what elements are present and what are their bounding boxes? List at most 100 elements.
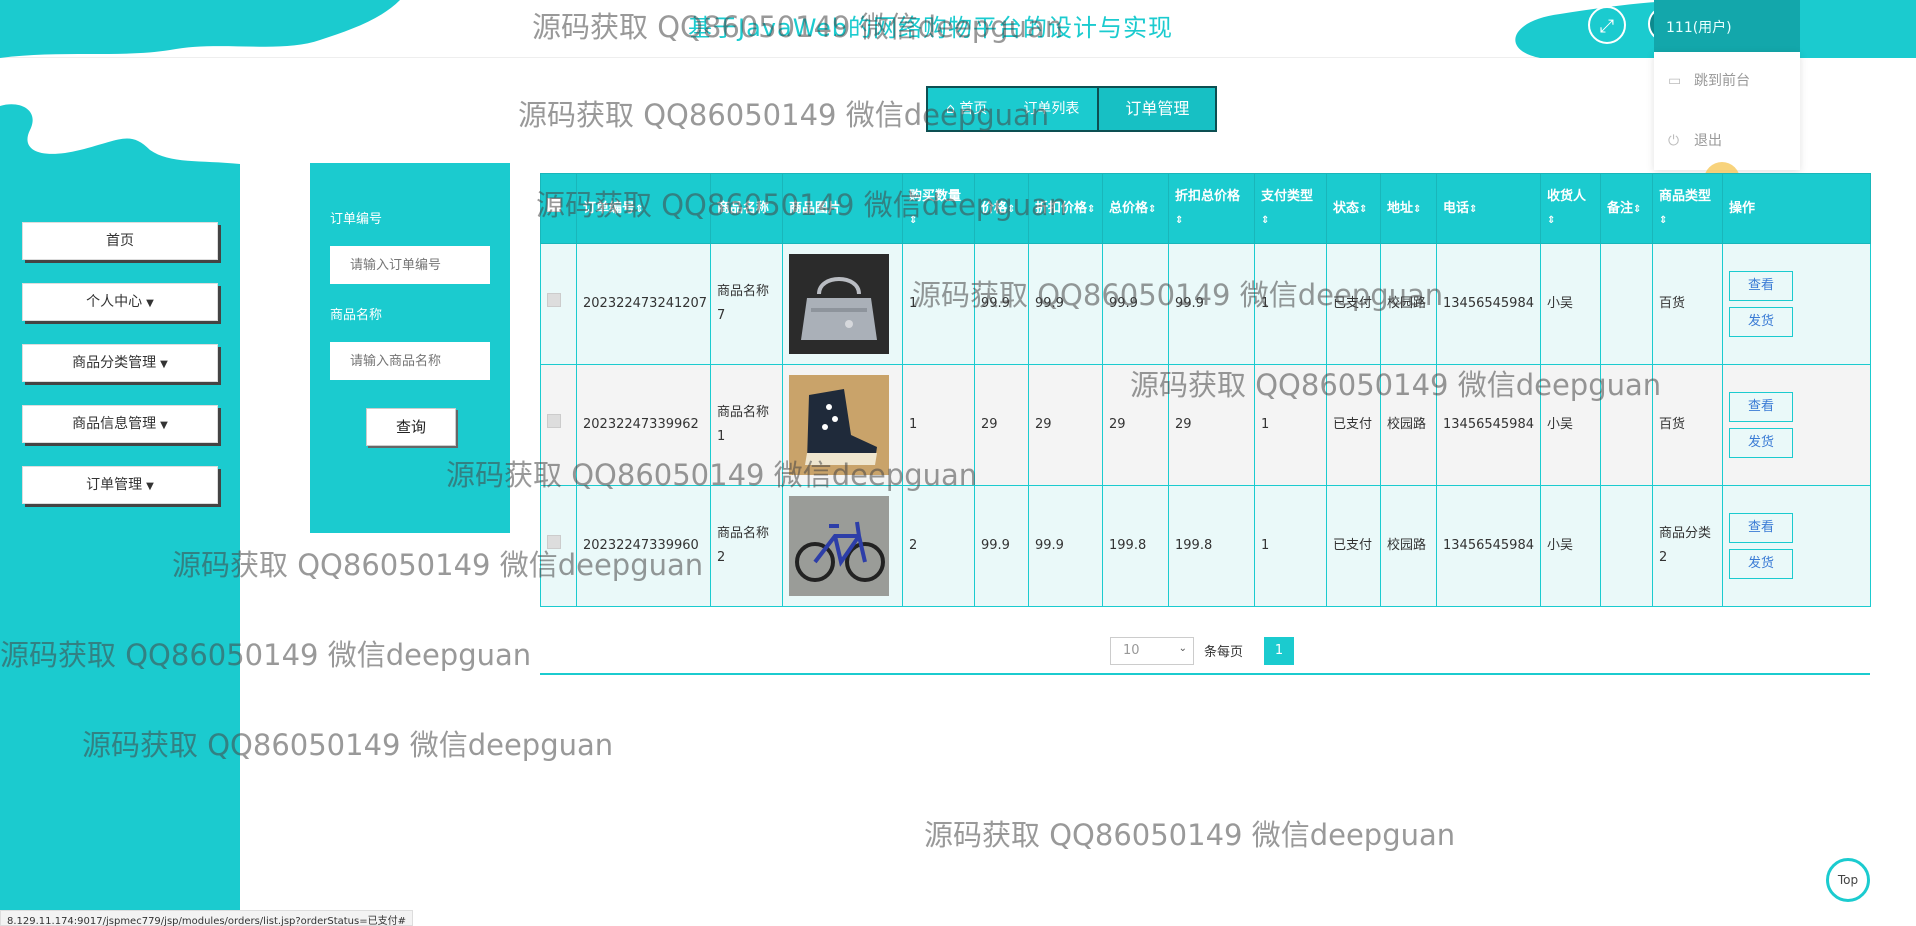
top-header: 基于JavaWeb的网络购物平台的设计与实现: [0, 0, 1916, 58]
sort-icon: ⇕: [1547, 215, 1556, 226]
sort-icon: ⇕: [1469, 203, 1478, 215]
ship-button[interactable]: 发货: [1729, 428, 1793, 458]
cell-total: 29: [1102, 364, 1169, 486]
power-icon: ⏻: [1668, 133, 1680, 149]
header-cell[interactable]: 备注⇕: [1600, 173, 1653, 244]
cell-price: 29: [974, 364, 1029, 486]
sidebar-item-order-manage[interactable]: 订单管理 ▼: [22, 466, 218, 504]
header-cell[interactable]: 状态⇕: [1326, 173, 1381, 244]
cell-receiver: 小吴: [1540, 364, 1601, 486]
handbag-image: [789, 254, 889, 354]
breadcrumb-order-manage[interactable]: 订单管理: [1097, 88, 1216, 130]
cell-order-no: 20232247339960: [576, 485, 711, 607]
cell-order-no: 202322473241207: [576, 243, 711, 365]
header-cell: 商品图片: [782, 173, 903, 244]
breadcrumb: ⌂ 首页 订单列表 订单管理: [926, 86, 1218, 132]
cell-discount-price: 99.9: [1028, 485, 1103, 607]
cell-receiver: 小吴: [1540, 485, 1601, 607]
breadcrumb-order-list[interactable]: 订单列表: [1005, 88, 1097, 130]
query-button[interactable]: 查询: [366, 408, 456, 446]
cell-actions: 查看 发货: [1722, 243, 1871, 365]
search-panel: 订单编号 商品名称 查询: [310, 163, 510, 533]
ship-button[interactable]: 发货: [1729, 549, 1793, 579]
page-number-button[interactable]: 1: [1264, 637, 1294, 665]
view-button[interactable]: 查看: [1729, 271, 1793, 301]
sort-icon: ⇕: [1261, 215, 1270, 226]
cell-status: 已支付: [1326, 243, 1381, 365]
cell-pay-type: 1: [1254, 243, 1327, 365]
cell-type: 商品分类2: [1652, 485, 1723, 607]
header-cell[interactable]: 地址⇕: [1380, 173, 1437, 244]
order-no-input[interactable]: [330, 246, 490, 284]
cell-phone: 13456545984: [1436, 243, 1541, 365]
ship-button[interactable]: 发货: [1729, 307, 1793, 337]
row-checkbox[interactable]: [540, 485, 577, 607]
sort-icon: ⇕: [1007, 203, 1016, 215]
sidebar-item-home[interactable]: 首页: [22, 222, 218, 260]
per-page-label: 条每页: [1204, 645, 1244, 660]
menu-item-goto-frontend[interactable]: ▭ 跳到前台: [1668, 70, 1750, 90]
cell-address: 校园路: [1380, 243, 1437, 365]
header-cell[interactable]: 商品名称: [710, 173, 783, 244]
sidebar-item-product-manage[interactable]: 商品信息管理 ▼: [22, 405, 218, 443]
cell-product-image: [782, 243, 903, 365]
cell-status: 已支付: [1326, 485, 1381, 607]
cell-address: 校园路: [1380, 485, 1437, 607]
header-cell[interactable]: 电话⇕: [1436, 173, 1541, 244]
sneaker-image: [789, 375, 889, 475]
back-to-top-button[interactable]: Top: [1826, 858, 1870, 902]
cell-discount-price: 29: [1028, 364, 1103, 486]
cell-remark: [1600, 364, 1653, 486]
header-cell[interactable]: 价格⇕: [974, 173, 1029, 244]
cell-status: 已支付: [1326, 364, 1381, 486]
order-no-label: 订单编号: [330, 212, 383, 227]
header-cell[interactable]: 折扣价格⇕: [1028, 173, 1103, 244]
cell-remark: [1600, 485, 1653, 607]
cell-remark: [1600, 243, 1653, 365]
sort-icon: ⇕: [635, 203, 644, 215]
breadcrumb-home[interactable]: ⌂ 首页: [928, 88, 1005, 130]
cell-receiver: 小吴: [1540, 243, 1601, 365]
caret-down-icon: ▼: [146, 481, 154, 492]
header-cell[interactable]: 总价格⇕: [1102, 173, 1169, 244]
cell-discount-total: 29: [1168, 364, 1255, 486]
menu-item-logout[interactable]: ⏻ 退出: [1668, 130, 1722, 150]
chevron-down-icon: ⌄: [1178, 643, 1187, 654]
row-checkbox[interactable]: [540, 243, 577, 365]
cell-price: 99.9: [974, 485, 1029, 607]
sidebar-item-category-manage[interactable]: 商品分类管理 ▼: [22, 344, 218, 382]
header-cell[interactable]: 购买数量⇕: [902, 173, 975, 244]
watermark: 源码获取 QQ86050149 微信deepguan: [924, 818, 1456, 852]
cell-total: 199.8: [1102, 485, 1169, 607]
header-cell[interactable]: 折扣总价格⇕: [1168, 173, 1255, 244]
header-cell[interactable]: 订单编号⇕: [576, 173, 711, 244]
cell-product-image: [782, 364, 903, 486]
bicycle-image: [789, 496, 889, 596]
sidebar-item-personal-center[interactable]: 个人中心 ▼: [22, 283, 218, 321]
view-button[interactable]: 查看: [1729, 392, 1793, 422]
page-size-select[interactable]: 10 ⌄: [1110, 637, 1194, 665]
cell-price: 99.9: [974, 243, 1029, 365]
cell-qty: 1: [902, 364, 975, 486]
header-cell[interactable]: 支付类型⇕: [1254, 173, 1327, 244]
cell-total: 99.9: [1102, 243, 1169, 365]
header-cell[interactable]: 收货人⇕: [1540, 173, 1601, 244]
product-name-label: 商品名称: [330, 308, 383, 323]
orders-table: 订单编号⇕ 商品名称 商品图片 购买数量⇕ 价格⇕ 折扣价格⇕ 总价格⇕ 折扣总…: [540, 173, 1871, 607]
view-button[interactable]: 查看: [1729, 513, 1793, 543]
table-header-row: 订单编号⇕ 商品名称 商品图片 购买数量⇕ 价格⇕ 折扣价格⇕ 总价格⇕ 折扣总…: [540, 173, 1871, 244]
user-name[interactable]: 111(用户): [1654, 0, 1800, 52]
monitor-icon: ▭: [1668, 73, 1682, 89]
cell-actions: 查看 发货: [1722, 364, 1871, 486]
cell-type: 百货: [1652, 243, 1723, 365]
row-checkbox[interactable]: [540, 364, 577, 486]
select-all-checkbox[interactable]: [540, 173, 577, 244]
cell-type: 百货: [1652, 364, 1723, 486]
cell-qty: 1: [902, 243, 975, 365]
product-name-input[interactable]: [330, 342, 490, 380]
header-cell[interactable]: 商品类型⇕: [1652, 173, 1723, 244]
fullscreen-icon[interactable]: ⤢: [1588, 6, 1626, 44]
sort-icon: ⇕: [1359, 203, 1368, 215]
user-dropdown-menu: ▭ 跳到前台 ⏻ 退出: [1654, 52, 1800, 170]
cell-phone: 13456545984: [1436, 485, 1541, 607]
